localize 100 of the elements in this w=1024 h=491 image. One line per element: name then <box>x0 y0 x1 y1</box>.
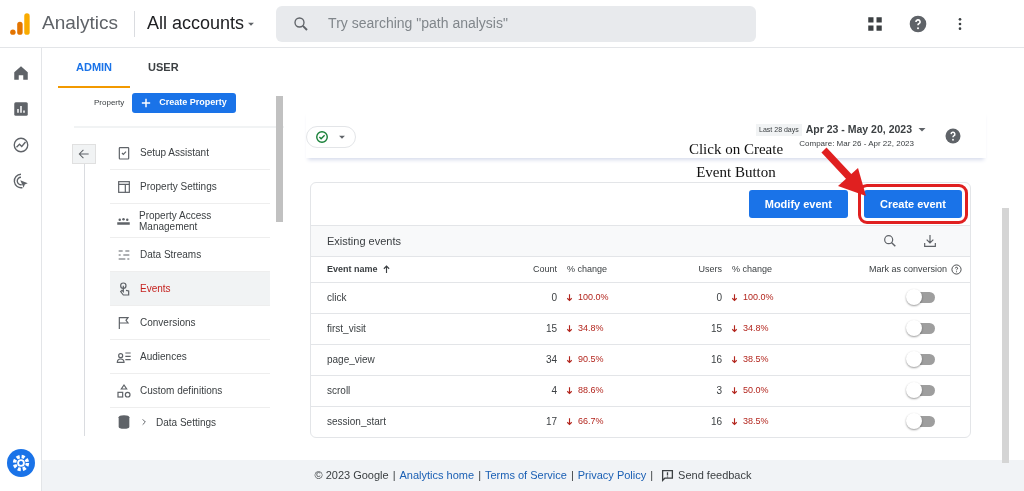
product-name: Analytics <box>42 11 119 36</box>
column-header[interactable]: Mark as conversion <box>837 262 967 276</box>
sidebar-item[interactable]: Setup Assistant <box>110 136 270 170</box>
percent-change: 100.0% <box>565 291 677 305</box>
down-arrow-icon <box>730 323 739 335</box>
sidebar-item[interactable]: Custom definitions <box>110 374 270 408</box>
action-button[interactable]: Modify event <box>748 189 848 218</box>
percent-change: 100.0% <box>730 291 837 305</box>
table-cell-text: first_visit <box>327 322 367 337</box>
sidebar-item[interactable]: Audiences <box>110 340 270 374</box>
scrollbar[interactable] <box>1002 208 1009 463</box>
window-icon <box>116 178 132 195</box>
table-cell-text: 16 <box>709 353 722 368</box>
conversion-toggle[interactable] <box>909 322 935 334</box>
apps-grid-icon[interactable] <box>866 14 884 33</box>
column-header[interactable]: Count <box>517 262 557 276</box>
conversion-toggle[interactable] <box>909 384 935 396</box>
table-cell-text: 17 <box>544 415 557 430</box>
search-input[interactable]: Try searching "path analysis" <box>326 12 727 35</box>
column-header[interactable]: % change <box>557 262 677 276</box>
table-title: Existing events <box>327 233 401 249</box>
down-arrow-icon <box>565 292 574 304</box>
table-cell-text: session_start <box>327 415 387 430</box>
sort-arrow-icon <box>381 264 391 274</box>
table-cell-text: scroll <box>327 384 352 399</box>
table-cell-text: 15 <box>709 322 722 337</box>
separator: | <box>650 468 654 484</box>
down-arrow-icon <box>730 385 739 397</box>
database-icon <box>116 414 132 430</box>
percent-change: 50.0% <box>730 384 837 398</box>
table-cell-text: 4 <box>550 384 557 399</box>
down-arrow-icon <box>565 323 574 335</box>
send-feedback-link[interactable]: Send feedback <box>661 467 752 484</box>
search-field[interactable]: Try searching "path analysis" <box>276 5 757 42</box>
download-icon[interactable] <box>922 232 938 249</box>
property-label: Property <box>94 97 125 109</box>
annotation-text: Click on Create Event Button <box>687 140 785 182</box>
percent-change: 88.6% <box>565 384 677 398</box>
conversion-toggle[interactable] <box>909 353 935 365</box>
create-property-button[interactable]: Create Property <box>132 93 236 113</box>
plus-icon <box>141 98 152 108</box>
percent-change: 34.8% <box>565 322 677 336</box>
table-cell-text: 0 <box>715 291 722 306</box>
down-arrow-icon <box>730 416 739 428</box>
help-outline-icon <box>951 263 963 275</box>
column-header[interactable]: Users <box>677 262 722 276</box>
flag-icon <box>116 314 132 331</box>
sidebar-item[interactable]: Property Settings <box>110 170 270 204</box>
down-arrow-icon <box>730 292 739 304</box>
separator: | <box>570 468 574 484</box>
back-arrow-icon <box>77 147 91 161</box>
sidebar-item[interactable]: Events <box>110 272 270 306</box>
check-circle-icon <box>315 130 329 144</box>
sidebar-item[interactable]: Conversions <box>110 306 270 340</box>
column-header[interactable]: % change <box>722 262 837 276</box>
help-icon[interactable] <box>908 13 928 34</box>
feedback-icon <box>661 469 675 482</box>
tab[interactable]: USER <box>130 48 197 88</box>
date-range-selector[interactable]: Apr 23 - May 20, 2023 <box>805 122 928 138</box>
chevron-right-icon <box>140 417 148 427</box>
percent-change: 66.7% <box>565 415 677 429</box>
bar-chart-icon[interactable] <box>11 100 30 118</box>
percent-change: 38.5% <box>730 353 837 367</box>
conversion-toggle[interactable] <box>909 291 935 303</box>
table-cell-text: 0 <box>550 291 557 306</box>
trend-icon[interactable] <box>11 136 30 154</box>
table-cell-text: 34 <box>544 353 557 368</box>
down-arrow-icon <box>565 416 574 428</box>
settings-icon[interactable] <box>6 449 35 477</box>
footer-link[interactable]: Analytics home <box>399 467 475 484</box>
target-cursor-icon[interactable] <box>11 172 30 190</box>
tab[interactable]: ADMIN <box>58 48 131 88</box>
separator: | <box>478 468 481 484</box>
account-selector[interactable]: All accounts <box>147 10 259 37</box>
table-cell-text: 15 <box>544 322 557 337</box>
down-arrow-icon <box>565 385 574 397</box>
column-header[interactable]: Event name <box>327 262 517 276</box>
conversion-toggle[interactable] <box>909 415 935 427</box>
footer-link[interactable]: Privacy Policy <box>577 467 647 484</box>
percent-change: 90.5% <box>565 353 677 367</box>
percent-change: 34.8% <box>730 322 837 336</box>
sidebar-item[interactable]: Property Access Management <box>110 204 270 238</box>
search-icon[interactable] <box>882 232 898 249</box>
down-arrow-icon <box>730 354 739 366</box>
table-cell-text: click <box>327 291 348 306</box>
percent-change: 38.5% <box>730 415 837 429</box>
footer-link[interactable]: Terms of Service <box>485 467 567 484</box>
back-button[interactable] <box>72 144 96 164</box>
table-cell-text: page_view <box>327 353 376 368</box>
table-cell-text: 3 <box>715 384 722 399</box>
copyright-text: © 2023 Google <box>314 468 389 484</box>
shapes-icon <box>116 382 132 399</box>
home-icon[interactable] <box>11 64 30 82</box>
help-icon[interactable] <box>944 126 962 145</box>
table-cell-text: 16 <box>709 415 722 430</box>
sidebar-item[interactable]: Data Settings <box>110 408 270 436</box>
status-dropdown[interactable] <box>306 126 356 148</box>
separator: | <box>392 468 396 484</box>
down-arrow-icon <box>565 354 574 366</box>
scrollbar[interactable] <box>276 96 283 222</box>
